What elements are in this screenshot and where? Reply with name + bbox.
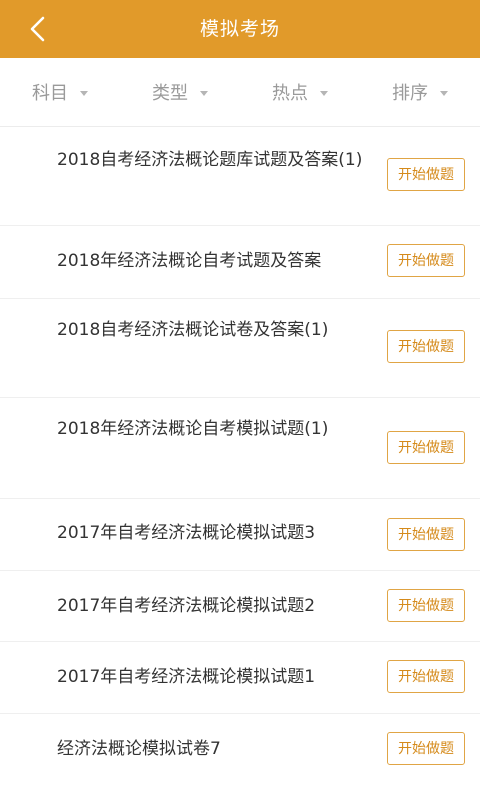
app-header: 模拟考场 <box>0 0 480 58</box>
start-exam-button[interactable]: 开始做题 <box>387 589 465 622</box>
start-exam-button[interactable]: 开始做题 <box>387 660 465 693</box>
filter-hot[interactable]: 热点 <box>240 58 360 126</box>
exam-title: 2017年自考经济法概论模拟试题2 <box>57 596 316 616</box>
exam-title: 2018年经济法概论自考试题及答案 <box>57 251 322 271</box>
exam-list: 2018自考经济法概论题库试题及答案(1) 开始做题 2018年经济法概论自考试… <box>0 127 480 800</box>
filter-subject[interactable]: 科目 <box>0 58 120 126</box>
start-exam-button[interactable]: 开始做题 <box>387 431 465 464</box>
start-exam-button[interactable]: 开始做题 <box>387 158 465 191</box>
filter-bar: 科目 类型 热点 排序 <box>0 58 480 127</box>
filter-label: 类型 <box>152 83 188 104</box>
list-item[interactable]: 2018自考经济法概论试卷及答案(1) 开始做题 <box>0 299 480 398</box>
exam-title: 2018自考经济法概论试卷及答案(1) <box>57 320 329 340</box>
list-item[interactable]: 经济法概论模拟试卷7 开始做题 <box>0 714 480 800</box>
filter-sort[interactable]: 排序 <box>360 58 480 126</box>
list-item[interactable]: 2018年经济法概论自考试题及答案 开始做题 <box>0 226 480 299</box>
start-exam-button[interactable]: 开始做题 <box>387 244 465 277</box>
filter-label: 排序 <box>392 83 428 104</box>
list-item[interactable]: 2017年自考经济法概论模拟试题1 开始做题 <box>0 642 480 714</box>
start-exam-button[interactable]: 开始做题 <box>387 330 465 363</box>
list-item[interactable]: 2018年经济法概论自考模拟试题(1) 开始做题 <box>0 398 480 499</box>
caret-down-icon <box>80 90 88 96</box>
start-exam-button[interactable]: 开始做题 <box>387 732 465 765</box>
exam-title: 经济法概论模拟试卷7 <box>57 739 221 759</box>
filter-type[interactable]: 类型 <box>120 58 240 126</box>
exam-title: 2017年自考经济法概论模拟试题3 <box>57 523 316 543</box>
list-item[interactable]: 2017年自考经济法概论模拟试题3 开始做题 <box>0 499 480 571</box>
exam-title: 2018自考经济法概论题库试题及答案(1) <box>57 150 363 170</box>
filter-label: 热点 <box>272 83 308 104</box>
start-exam-button[interactable]: 开始做题 <box>387 518 465 551</box>
page-title: 模拟考场 <box>199 18 280 40</box>
list-item[interactable]: 2017年自考经济法概论模拟试题2 开始做题 <box>0 571 480 642</box>
exam-title: 2018年经济法概论自考模拟试题(1) <box>57 419 329 439</box>
caret-down-icon <box>320 90 328 96</box>
caret-down-icon <box>200 90 208 96</box>
exam-title: 2017年自考经济法概论模拟试题1 <box>57 667 316 687</box>
list-item[interactable]: 2018自考经济法概论题库试题及答案(1) 开始做题 <box>0 127 480 226</box>
filter-label: 科目 <box>32 83 68 104</box>
caret-down-icon <box>440 90 448 96</box>
